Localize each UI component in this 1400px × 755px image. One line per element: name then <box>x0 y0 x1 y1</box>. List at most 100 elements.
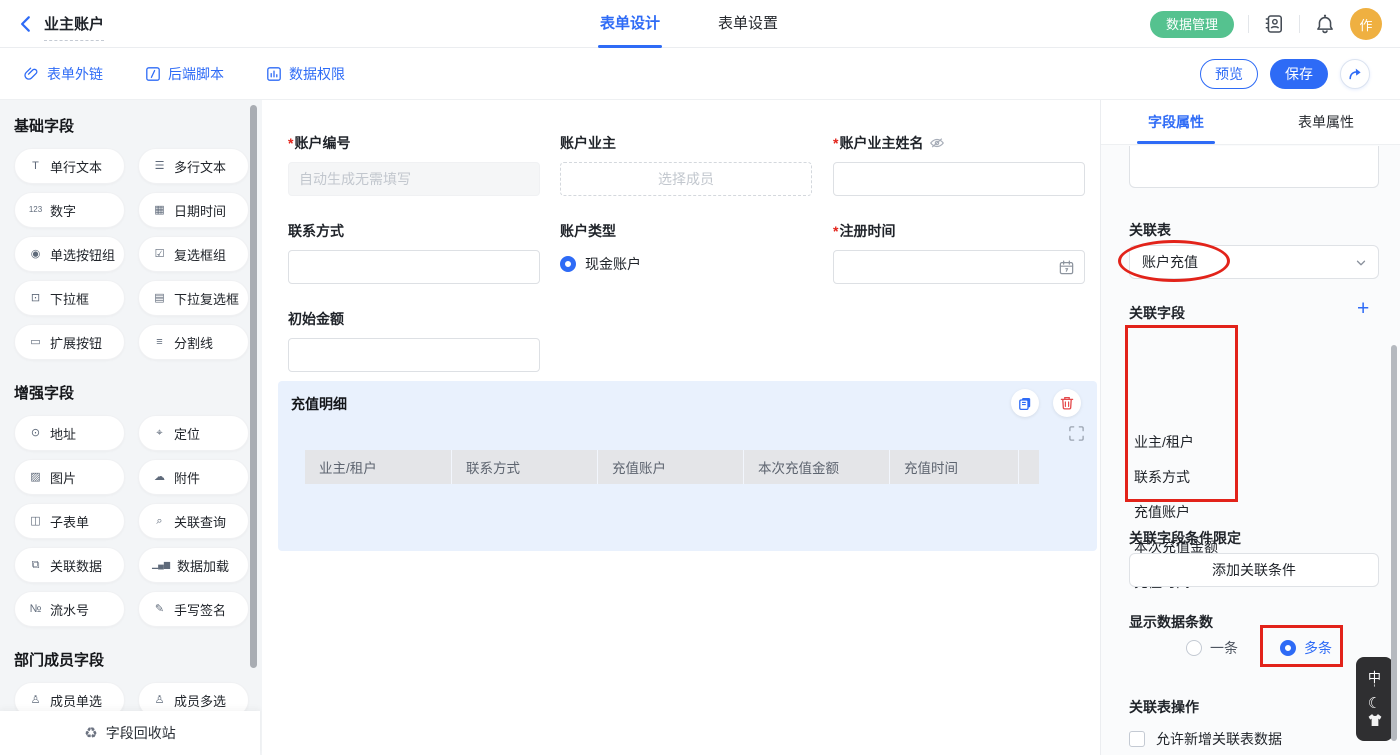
tab-form-settings[interactable]: 表单设置 <box>718 0 778 48</box>
trash-icon <box>1059 395 1075 411</box>
field-label: 初始金额 <box>288 309 540 329</box>
page-title[interactable]: 业主账户 <box>44 13 104 41</box>
sidebar-item-linked-query[interactable]: ⌕关联查询 <box>138 503 249 539</box>
subform-icon: ◫ <box>28 516 43 527</box>
sidebar-item-label: 成员多选 <box>174 691 226 710</box>
sidebar-item-extend-button[interactable]: ▭扩展按钮 <box>14 324 125 360</box>
sidebar-item-serial-number[interactable]: №流水号 <box>14 591 125 627</box>
field-initial-amount[interactable]: 初始金额 <box>288 309 540 372</box>
radio-option-single[interactable]: 一条 <box>1186 638 1238 658</box>
sidebar-item-label: 数据加载 <box>177 556 229 575</box>
sidebar-item-subform[interactable]: ◫ 子表单 <box>14 503 125 539</box>
field-account-type[interactable]: 账户类型 现金账户 <box>560 221 812 274</box>
related-field-item[interactable]: 充值账户 <box>1131 495 1331 530</box>
sidebar-item-label: 子表单 <box>50 512 89 531</box>
field-account-owner[interactable]: 账户业主 选择成员 <box>560 133 812 196</box>
related-fields-label: 关联字段 <box>1129 303 1185 323</box>
share-button[interactable] <box>1340 59 1370 89</box>
field-title-input-partial[interactable] <box>1129 146 1379 188</box>
sidebar-item-label: 地址 <box>50 424 76 443</box>
sidebar-item-address[interactable]: ⊙地址 <box>14 415 125 451</box>
recycle-icon: ♻ <box>84 724 97 742</box>
field-recycle-bin-button[interactable]: ♻ 字段回收站 <box>0 711 260 755</box>
save-button[interactable]: 保存 <box>1270 59 1328 89</box>
panel-scrollbar[interactable] <box>1391 345 1397 741</box>
sidebar-item-checkbox-group[interactable]: ☑复选框组 <box>138 236 249 272</box>
sidebar-item-attachment[interactable]: ☁附件 <box>138 459 249 495</box>
image-icon: ▨ <box>28 472 43 483</box>
radio-unselected-icon <box>1186 640 1202 656</box>
tab-form-design[interactable]: 表单设计 <box>600 0 660 48</box>
required-mark: * <box>833 135 838 151</box>
account-number-input[interactable]: 自动生成无需填写 <box>288 162 540 196</box>
field-label: *账户编号 <box>288 133 540 153</box>
required-mark: * <box>288 135 293 151</box>
serial-number-icon: № <box>28 604 43 615</box>
data-manage-button[interactable]: 数据管理 <box>1150 11 1234 38</box>
subform-copy-button[interactable] <box>1011 389 1039 417</box>
form-external-link-button[interactable]: 表单外链 <box>24 64 103 84</box>
sidebar-item-number[interactable]: 123数字 <box>14 192 125 228</box>
contact-book-button[interactable] <box>1263 13 1285 35</box>
sidebar-item-dropdown-multi[interactable]: ▤下拉复选框 <box>138 280 249 316</box>
divider-line-icon: ≡ <box>152 337 167 348</box>
subform-recharge-detail[interactable]: 充值明细 业主/租户联系方式充值账户本次充 <box>278 381 1097 551</box>
sidebar-item-single-line-text[interactable]: T单行文本 <box>14 148 125 184</box>
backend-script-button[interactable]: 后端脚本 <box>145 64 224 84</box>
ime-theme-widget[interactable]: 中 ʼ ☾ <box>1356 657 1393 741</box>
sidebar-item-image[interactable]: ▨ 图片 <box>14 459 125 495</box>
sidebar-item-radio-group[interactable]: ◉单选按钮组 <box>14 236 125 272</box>
sidebar-item-data-load[interactable]: ▁▄▆数据加载 <box>138 547 249 583</box>
sidebar-item-datetime[interactable]: ▦日期时间 <box>138 192 249 228</box>
sidebar-item-dropdown[interactable]: ⊡下拉框 <box>14 280 125 316</box>
account-type-radio-cash[interactable]: 现金账户 <box>560 254 812 274</box>
sidebar-item-locate[interactable]: ⌖定位 <box>138 415 249 451</box>
sidebar-item-label: 图片 <box>50 468 76 487</box>
field-owner-name[interactable]: *账户业主姓名 <box>833 133 1085 196</box>
data-permission-button[interactable]: 数据权限 <box>266 64 345 84</box>
properties-panel: 字段属性 表单属性 关联表 账户充值 关联字段 + 业主/租户联系方式充值账户本… <box>1100 100 1400 755</box>
field-account-number[interactable]: *账户编号 自动生成无需填写 <box>288 133 540 196</box>
multi-line-text-icon: ☰ <box>152 161 167 172</box>
user-avatar[interactable]: 作 <box>1350 8 1382 40</box>
related-field-item[interactable]: 联系方式 <box>1131 460 1331 495</box>
header-actions: 数据管理 作 <box>1150 0 1382 48</box>
calendar-icon <box>1058 259 1075 276</box>
back-button[interactable] <box>16 14 36 34</box>
notification-button[interactable] <box>1314 13 1336 35</box>
tab-field-properties[interactable]: 字段属性 <box>1101 100 1251 144</box>
initial-amount-input[interactable] <box>288 338 540 372</box>
sidebar-item-multi-line-text[interactable]: ☰多行文本 <box>138 148 249 184</box>
sidebar-scrollbar[interactable] <box>250 105 257 668</box>
field-register-time[interactable]: *注册时间 <box>833 221 1085 284</box>
panel-tabs: 字段属性 表单属性 <box>1101 100 1400 145</box>
subform-delete-button[interactable] <box>1053 389 1081 417</box>
sidebar-section-title: 基础字段 <box>14 115 250 136</box>
subform-select-handle[interactable] <box>1068 425 1085 442</box>
contact-book-icon <box>1264 14 1284 34</box>
sidebar-item-signature[interactable]: ✎手写签名 <box>138 591 249 627</box>
contact-input[interactable] <box>288 250 540 284</box>
add-related-field-button[interactable]: + <box>1357 298 1369 319</box>
tab-form-properties[interactable]: 表单属性 <box>1251 100 1400 144</box>
field-contact[interactable]: 联系方式 <box>288 221 540 284</box>
allow-add-related-checkbox[interactable]: 允许新增关联表数据 <box>1129 729 1282 749</box>
account-owner-member-picker[interactable]: 选择成员 <box>560 162 812 196</box>
related-table-select[interactable]: 账户充值 <box>1129 245 1379 279</box>
display-count-options: 一条 多条 <box>1101 638 1400 656</box>
radio-option-multiple[interactable]: 多条 <box>1280 638 1332 658</box>
owner-name-input[interactable] <box>833 162 1085 196</box>
add-condition-button[interactable]: 添加关联条件 <box>1129 553 1379 587</box>
corner-brackets-icon <box>1068 425 1085 442</box>
subform-column-header: 业主/租户 <box>305 450 452 484</box>
table-ops-label: 关联表操作 <box>1129 697 1199 717</box>
related-field-item[interactable]: 业主/租户 <box>1131 425 1331 460</box>
sidebar-item-divider-line[interactable]: ≡分割线 <box>138 324 249 360</box>
preview-button[interactable]: 预览 <box>1200 59 1258 89</box>
sidebar-item-label: 数字 <box>50 201 76 220</box>
register-time-input[interactable] <box>833 250 1085 284</box>
related-table-label: 关联表 <box>1129 220 1171 240</box>
sidebar-item-linked-data[interactable]: ⧉关联数据 <box>14 547 125 583</box>
share-arrow-icon <box>1347 66 1363 82</box>
signature-icon: ✎ <box>152 604 167 615</box>
